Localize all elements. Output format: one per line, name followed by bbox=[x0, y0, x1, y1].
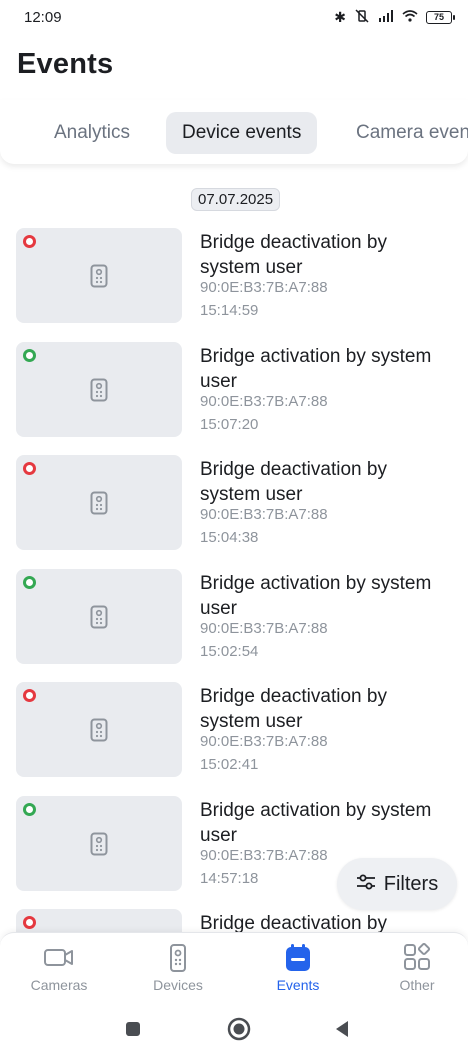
tab-analytics[interactable]: Analytics bbox=[38, 112, 146, 154]
event-mac: 90:0E:B3:7B:A7:88 bbox=[200, 847, 328, 864]
event-title: Bridge activation by system user bbox=[200, 346, 432, 392]
nav-label-other: Other bbox=[399, 977, 435, 993]
sliders-icon bbox=[356, 873, 376, 896]
event-mac: 90:0E:B3:7B:A7:88 bbox=[200, 733, 328, 750]
status-dot-icon bbox=[23, 349, 36, 362]
calendar-icon bbox=[248, 943, 348, 973]
event-item[interactable]: Bridge deactivation by system user 90:0E:… bbox=[16, 682, 456, 777]
event-thumbnail[interactable] bbox=[16, 569, 182, 664]
event-item[interactable]: Bridge deactivation by system user 90:0E:… bbox=[16, 455, 456, 550]
grid-icon bbox=[367, 942, 467, 973]
event-title: Bridge deactivation by system user bbox=[200, 459, 387, 505]
remote-device-icon bbox=[90, 605, 108, 629]
status-dot-icon bbox=[23, 689, 36, 702]
nav-devices[interactable]: Devices bbox=[128, 943, 228, 993]
remote-device-icon bbox=[128, 943, 228, 973]
home-button[interactable] bbox=[227, 1017, 251, 1046]
status-dot-icon bbox=[23, 462, 36, 475]
remote-device-icon bbox=[90, 491, 108, 515]
wifi-icon bbox=[402, 9, 418, 25]
remote-device-icon bbox=[90, 832, 108, 856]
remote-device-icon bbox=[90, 264, 108, 288]
event-time: 15:02:41 bbox=[200, 756, 259, 773]
event-time: 15:02:54 bbox=[200, 643, 259, 660]
remote-device-icon bbox=[90, 718, 108, 742]
filters-label: Filters bbox=[383, 872, 439, 895]
event-mac: 90:0E:B3:7B:A7:88 bbox=[200, 393, 328, 410]
status-dot-icon bbox=[23, 235, 36, 248]
event-item[interactable]: Bridge activation by system user 90:0E:B3… bbox=[16, 569, 456, 664]
filters-button[interactable]: Filters bbox=[337, 858, 457, 910]
page-title: Events bbox=[17, 48, 114, 80]
tabs-bar: Analytics Device events Camera events bbox=[0, 100, 468, 164]
event-time: 15:14:59 bbox=[200, 302, 259, 319]
recents-button[interactable] bbox=[125, 1021, 141, 1042]
tab-camera-events[interactable]: Camera events bbox=[340, 112, 468, 154]
event-mac: 90:0E:B3:7B:A7:88 bbox=[200, 506, 328, 523]
event-title: Bridge deactivation by system user bbox=[200, 232, 387, 278]
status-dot-icon bbox=[23, 803, 36, 816]
event-thumbnail[interactable] bbox=[16, 228, 182, 323]
system-nav-bar bbox=[0, 1002, 468, 1053]
event-item[interactable]: Bridge deactivation by system user 90:0E:… bbox=[16, 228, 456, 323]
battery-icon: 75 bbox=[426, 10, 455, 24]
event-item[interactable]: Bridge activation by system user 90:0E:B3… bbox=[16, 342, 456, 437]
status-time: 12:09 bbox=[24, 8, 62, 26]
event-time: 15:07:20 bbox=[200, 416, 259, 433]
nav-cameras[interactable]: Cameras bbox=[9, 943, 109, 993]
tab-device-events[interactable]: Device events bbox=[166, 112, 318, 154]
nav-label-events: Events bbox=[276, 977, 320, 993]
back-button[interactable] bbox=[334, 1020, 350, 1043]
event-thumbnail[interactable] bbox=[16, 342, 182, 437]
event-time: 15:04:38 bbox=[200, 529, 259, 546]
date-chip: 07.07.2025 bbox=[191, 188, 281, 211]
bottom-nav: Cameras Devices Events Other bbox=[0, 932, 468, 1002]
event-title: Bridge activation by system user bbox=[200, 573, 432, 619]
nav-label-cameras: Cameras bbox=[30, 977, 88, 993]
status-dot-icon bbox=[23, 576, 36, 589]
nav-events[interactable]: Events bbox=[248, 943, 348, 993]
signal-icon bbox=[378, 9, 394, 25]
event-title: Bridge deactivation by system user bbox=[200, 686, 387, 732]
event-mac: 90:0E:B3:7B:A7:88 bbox=[200, 279, 328, 296]
bluetooth-icon: ✱ bbox=[334, 8, 346, 25]
status-icons: ✱ 75 bbox=[334, 8, 455, 26]
vibrate-off-icon bbox=[354, 8, 370, 26]
event-thumbnail[interactable] bbox=[16, 682, 182, 777]
camera-icon bbox=[9, 943, 109, 973]
status-bar: 12:09 ✱ 75 bbox=[0, 0, 468, 34]
event-thumbnail[interactable] bbox=[16, 796, 182, 891]
event-thumbnail[interactable] bbox=[16, 455, 182, 550]
nav-label-devices: Devices bbox=[153, 977, 203, 993]
event-title: Bridge activation by system user bbox=[200, 800, 432, 846]
event-time: 14:57:18 bbox=[200, 870, 259, 887]
nav-other[interactable]: Other bbox=[367, 942, 467, 993]
status-dot-icon bbox=[23, 916, 36, 929]
remote-device-icon bbox=[90, 378, 108, 402]
event-mac: 90:0E:B3:7B:A7:88 bbox=[200, 620, 328, 637]
